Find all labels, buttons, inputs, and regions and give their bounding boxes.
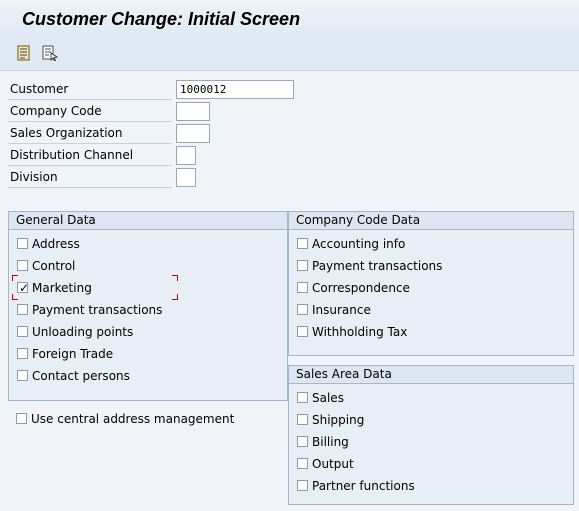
sales-organization-input[interactable]	[176, 124, 210, 143]
main-area: Customer 1000012 Company Code Sales Orga…	[0, 71, 579, 511]
checkbox-label: Marketing	[32, 281, 92, 295]
checkbox[interactable]	[17, 370, 28, 381]
application-toolbar	[0, 38, 579, 71]
checkbox[interactable]	[17, 304, 28, 315]
checkbox-label: Sales	[312, 391, 344, 405]
checkbox-label: Use central address management	[31, 412, 235, 426]
checkbox[interactable]	[297, 480, 308, 491]
document-list-icon[interactable]	[16, 45, 32, 61]
focus-corner-icon	[172, 275, 178, 281]
company-code-input[interactable]	[176, 102, 210, 121]
checkbox[interactable]	[297, 458, 308, 469]
check-mark-icon: ✓	[19, 281, 30, 295]
distribution-channel-label: Distribution Channel	[8, 145, 172, 166]
checkbox[interactable]	[297, 238, 308, 249]
checkbox[interactable]	[297, 436, 308, 447]
checkbox[interactable]	[16, 413, 27, 424]
checkbox[interactable]	[297, 414, 308, 425]
sales-area-data-title: Sales Area Data	[289, 366, 573, 384]
focus-corner-icon	[12, 275, 18, 281]
customer-label: Customer	[8, 79, 172, 100]
checkbox-label: Payment transactions	[32, 303, 163, 317]
checkbox[interactable]	[17, 326, 28, 337]
sales-organization-label: Sales Organization	[8, 123, 172, 144]
checkbox-label: Control	[32, 259, 76, 273]
company-code-data-title: Company Code Data	[289, 212, 573, 230]
checkbox-label: Foreign Trade	[32, 347, 114, 361]
checkbox-label: Correspondence	[312, 281, 410, 295]
checkbox[interactable]	[17, 238, 28, 249]
page-title: Customer Change: Initial Screen	[22, 9, 301, 29]
checkbox-label: Shipping	[312, 413, 365, 427]
checkbox[interactable]	[297, 304, 308, 315]
checkbox-label: Address	[32, 237, 80, 251]
checkbox-label: Accounting info	[312, 237, 406, 251]
checkbox-label: Insurance	[312, 303, 371, 317]
checkbox-label: Unloading points	[32, 325, 134, 339]
checkbox[interactable]	[17, 260, 28, 271]
checkbox[interactable]	[297, 392, 308, 403]
general-data-group: General Data Address Control ✓ Marketing…	[8, 211, 288, 401]
company-code-label: Company Code	[8, 101, 172, 122]
checkbox-checked[interactable]: ✓	[17, 281, 29, 295]
focus-corner-icon	[12, 294, 18, 300]
checkbox-label: Output	[312, 457, 354, 471]
sales-area-data-group: Sales Area Data Sales Shipping Billing O…	[288, 365, 574, 505]
general-data-title: General Data	[9, 212, 287, 230]
checkbox[interactable]	[297, 282, 308, 293]
checkbox-label: Billing	[312, 435, 349, 449]
checkbox[interactable]	[17, 348, 28, 359]
focus-corner-icon	[172, 294, 178, 300]
title-bar: Customer Change: Initial Screen	[0, 0, 579, 38]
checkbox[interactable]	[297, 260, 308, 271]
division-label: Division	[8, 167, 172, 188]
customer-input[interactable]: 1000012	[176, 80, 294, 99]
checkbox-label: Partner functions	[312, 479, 415, 493]
checkbox-label: Withholding Tax	[312, 325, 408, 339]
checkbox-label: Payment transactions	[312, 259, 443, 273]
document-select-icon[interactable]	[42, 45, 59, 62]
division-input[interactable]	[176, 168, 196, 187]
checkbox[interactable]	[297, 326, 308, 337]
distribution-channel-input[interactable]	[176, 146, 196, 165]
checkbox-label: Contact persons	[32, 369, 130, 383]
company-code-data-group: Company Code Data Accounting info Paymen…	[288, 211, 574, 356]
